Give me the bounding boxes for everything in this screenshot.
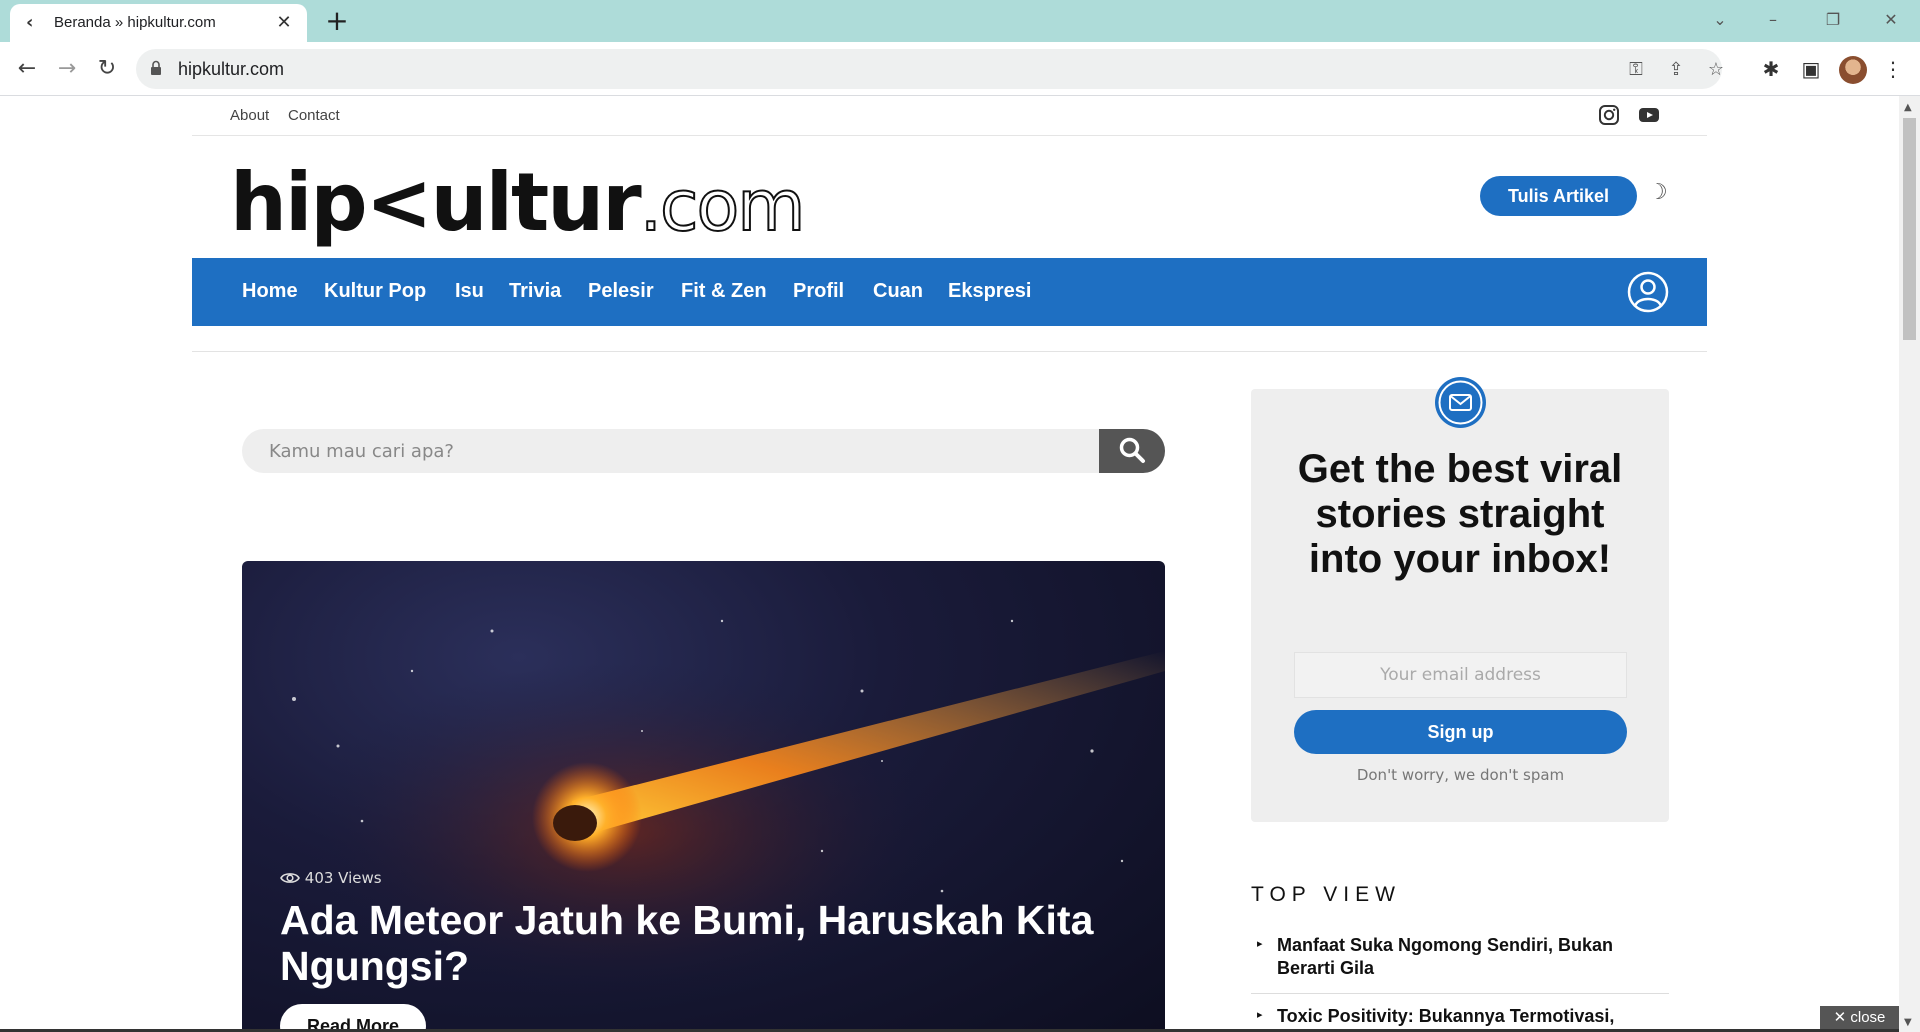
newsletter-email-input[interactable]	[1294, 652, 1627, 698]
scroll-down-arrow-icon[interactable]: ▼	[1904, 1017, 1912, 1028]
dark-mode-toggle-icon[interactable]: ☽	[1648, 180, 1668, 205]
read-more-button[interactable]: Read More	[280, 1004, 426, 1032]
instagram-icon[interactable]	[1598, 104, 1620, 126]
tab-search-chevron-icon[interactable]: ⌄	[1700, 6, 1740, 34]
youtube-icon[interactable]	[1638, 104, 1660, 126]
site-logo[interactable]: hip<ultur.com	[230, 156, 806, 256]
search-input[interactable]	[242, 429, 1099, 473]
top-view-heading: TOP VIEW	[1251, 883, 1401, 906]
minimize-button[interactable]: –	[1753, 6, 1793, 34]
close-ad-button[interactable]: ✕ close	[1820, 1006, 1899, 1029]
extensions-icon[interactable]: ✱	[1757, 55, 1785, 83]
key-icon[interactable]: ⚿	[1625, 59, 1647, 81]
logo-suffix: .com	[639, 164, 807, 248]
bullet-icon: ▸	[1257, 1008, 1263, 1021]
mail-badge	[1435, 377, 1486, 428]
share-icon[interactable]: ⇪	[1665, 59, 1687, 81]
url-text: hipkultur.com	[178, 59, 285, 79]
bullet-icon: ▸	[1257, 937, 1263, 950]
address-bar[interactable]: hipkultur.com ⚿ ⇪ ☆	[136, 49, 1724, 89]
nav-pelesir[interactable]: Pelesir	[588, 280, 654, 303]
close-x-icon: ✕	[1833, 1009, 1851, 1026]
write-article-button[interactable]: Tulis Artikel	[1480, 176, 1637, 216]
featured-article-title[interactable]: Ada Meteor Jatuh ke Bumi, Haruskah Kita …	[280, 897, 1100, 989]
page-scrollbar[interactable]: ▲ ▼	[1899, 96, 1920, 1032]
search-bar	[242, 429, 1165, 473]
envelope-icon	[1438, 380, 1483, 425]
tab-close-icon[interactable]: ✕	[273, 12, 295, 34]
back-chevron-icon: ‹	[26, 12, 34, 33]
scrollbar-thumb[interactable]	[1903, 118, 1916, 340]
nav-cuan[interactable]: Cuan	[873, 280, 923, 303]
header-divider	[192, 351, 1707, 352]
newsletter-headline: Get the best viral stories straight into…	[1297, 447, 1623, 581]
newsletter-note: Don't worry, we don't spam	[1356, 766, 1565, 784]
top-view-item-title[interactable]: Toxic Positivity: Bukannya Termotivasi,	[1277, 1005, 1657, 1028]
side-panel-icon[interactable]: ▣	[1797, 55, 1825, 83]
nav-profil[interactable]: Profil	[793, 280, 844, 303]
back-button[interactable]: ←	[12, 54, 42, 84]
profile-avatar[interactable]	[1839, 56, 1867, 84]
user-account-icon[interactable]	[1627, 271, 1669, 313]
browser-toolbar: ← → ↻ hipkultur.com ⚿ ⇪ ☆ ✱ ▣ ⋮	[0, 42, 1920, 96]
signup-button[interactable]: Sign up	[1294, 710, 1627, 754]
about-link[interactable]: About	[230, 107, 269, 124]
tab-title: Beranda » hipkultur.com	[54, 14, 216, 31]
scroll-up-arrow-icon[interactable]: ▲	[1904, 102, 1912, 113]
bookmark-star-icon[interactable]: ☆	[1705, 59, 1727, 81]
browser-tabstrip: ‹ Beranda » hipkultur.com ✕ + ⌄ – ❐ ✕	[0, 0, 1920, 42]
view-count-text: 403 Views	[304, 869, 382, 887]
window-close-button[interactable]: ✕	[1871, 6, 1911, 34]
close-ad-label: close	[1850, 1009, 1886, 1026]
search-button[interactable]	[1099, 429, 1165, 473]
main-nav: Home Kultur Pop Isu Trivia Pelesir Fit &…	[192, 258, 1707, 326]
nav-kultur-pop[interactable]: Kultur Pop	[324, 280, 426, 303]
search-icon	[1119, 437, 1145, 463]
contact-link[interactable]: Contact	[288, 107, 340, 124]
top-view-separator	[1251, 993, 1669, 994]
forward-button[interactable]: →	[52, 54, 82, 84]
newsletter-box: Get the best viral stories straight into…	[1251, 377, 1669, 822]
featured-article-card[interactable]: 403 Views Ada Meteor Jatuh ke Bumi, Haru…	[242, 561, 1165, 1032]
restore-button[interactable]: ❐	[1813, 6, 1853, 34]
nav-isu[interactable]: Isu	[455, 280, 484, 303]
view-count: 403 Views	[280, 869, 382, 887]
page-content: About Contact hip<ultur.com Tulis Artike…	[0, 96, 1899, 1032]
lock-icon	[151, 60, 161, 75]
browser-menu-icon[interactable]: ⋮	[1879, 55, 1907, 83]
new-tab-button[interactable]: +	[322, 7, 352, 37]
nav-fit-zen[interactable]: Fit & Zen	[681, 280, 767, 303]
nav-home[interactable]: Home	[242, 280, 298, 303]
nav-ekspresi[interactable]: Ekspresi	[948, 280, 1031, 303]
logo-wordmark: hip<ultur	[230, 156, 642, 249]
top-view-item-title[interactable]: Manfaat Suka Ngomong Sendiri, Bukan Bera…	[1277, 934, 1657, 980]
eye-icon	[280, 873, 300, 883]
browser-tab-active[interactable]: ‹ Beranda » hipkultur.com ✕	[10, 4, 307, 42]
nav-trivia[interactable]: Trivia	[509, 280, 561, 303]
site-topbar: About Contact	[192, 96, 1707, 136]
reload-button[interactable]: ↻	[92, 54, 122, 84]
